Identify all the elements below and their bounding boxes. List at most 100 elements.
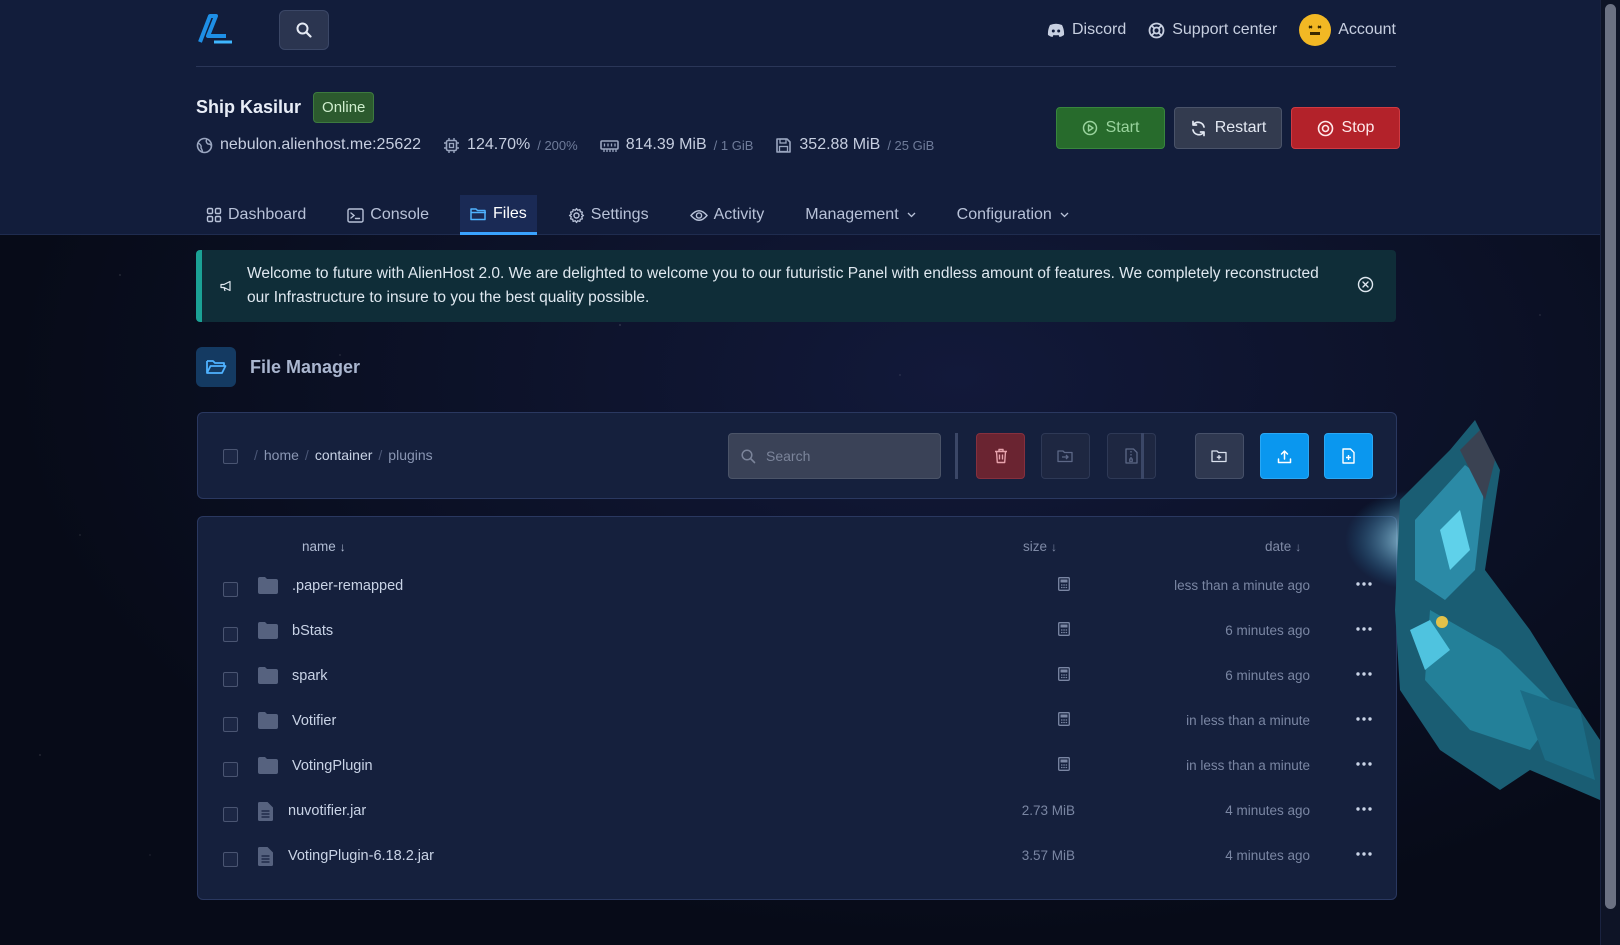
toolbar-separator bbox=[1141, 433, 1144, 479]
lifebuoy-icon bbox=[1148, 22, 1165, 38]
folder-icon bbox=[258, 757, 278, 774]
alienhost-logo[interactable] bbox=[196, 12, 236, 46]
tab-settings[interactable]: Settings bbox=[558, 195, 659, 235]
alert-close-button[interactable] bbox=[1357, 276, 1374, 301]
table-row[interactable]: VotingPlugin-6.18.2.jar 3.57 MiB 4 minut… bbox=[198, 835, 1398, 880]
folder-open-icon bbox=[196, 347, 236, 387]
chevron-down-icon bbox=[1060, 212, 1069, 218]
row-checkbox[interactable] bbox=[223, 627, 238, 642]
tab-dashboard[interactable]: Dashboard bbox=[196, 195, 316, 235]
spaceship-illustration bbox=[1345, 420, 1600, 800]
row-checkbox[interactable] bbox=[223, 852, 238, 867]
nav-divider bbox=[196, 66, 1396, 67]
row-checkbox[interactable] bbox=[223, 582, 238, 597]
tab-configuration[interactable]: Configuration bbox=[947, 195, 1079, 235]
gear-icon bbox=[568, 207, 584, 223]
archive-button[interactable] bbox=[1107, 433, 1156, 479]
nav-right: Discord Support center Account bbox=[1047, 14, 1396, 46]
file-search-input[interactable] bbox=[766, 448, 926, 464]
start-button[interactable]: Start bbox=[1056, 107, 1165, 149]
tab-dashboard-label: Dashboard bbox=[228, 206, 307, 223]
start-label: Start bbox=[1105, 119, 1140, 136]
discord-icon bbox=[1047, 23, 1065, 37]
breadcrumb-separator: / bbox=[304, 447, 309, 463]
server-tabs: Dashboard Console Files Settings Activit… bbox=[196, 195, 1100, 235]
folder-icon bbox=[258, 712, 278, 729]
discord-link[interactable]: Discord bbox=[1047, 21, 1126, 39]
select-all-checkbox[interactable] bbox=[223, 449, 238, 464]
breadcrumb-home[interactable]: home bbox=[264, 447, 299, 463]
calculator-icon[interactable] bbox=[1058, 622, 1070, 636]
file-name[interactable]: .paper-remapped bbox=[292, 578, 403, 594]
move-button[interactable] bbox=[1041, 433, 1090, 479]
row-checkbox[interactable] bbox=[223, 807, 238, 822]
delete-button[interactable] bbox=[976, 433, 1025, 479]
stat-cpu: 124.70% / 200% bbox=[443, 136, 578, 154]
column-header-name[interactable]: name ↓ bbox=[302, 539, 346, 554]
tab-files[interactable]: Files bbox=[459, 195, 537, 235]
megaphone-icon bbox=[220, 280, 231, 292]
stat-disk: 352.88 MiB / 25 GiB bbox=[775, 136, 934, 154]
eye-icon bbox=[689, 209, 708, 221]
search-button[interactable] bbox=[279, 10, 329, 50]
page-scrollbar[interactable] bbox=[1600, 0, 1620, 945]
tab-files-label: Files bbox=[492, 204, 527, 222]
file-name[interactable]: VotingPlugin-6.18.2.jar bbox=[288, 848, 434, 864]
stat-memory: 814.39 MiB / 1 GiB bbox=[599, 136, 753, 154]
trash-icon bbox=[994, 448, 1007, 464]
scrollbar-thumb[interactable] bbox=[1605, 4, 1616, 909]
cpu-value: 124.70% bbox=[467, 136, 531, 153]
tab-management[interactable]: Management bbox=[795, 195, 925, 235]
account-link[interactable]: Account bbox=[1299, 14, 1396, 46]
row-checkbox[interactable] bbox=[223, 762, 238, 777]
server-name: Ship Kasilur bbox=[196, 97, 302, 117]
restart-label: Restart bbox=[1214, 119, 1267, 136]
file-name[interactable]: Votifier bbox=[292, 713, 336, 729]
disk-limit: / 25 GiB bbox=[887, 137, 935, 153]
server-address: nebulon.alienhost.me:25622 bbox=[220, 136, 422, 153]
file-manager-heading: File Manager bbox=[196, 347, 360, 387]
chevron-down-icon bbox=[907, 212, 916, 218]
server-stats: nebulon.alienhost.me:25622 124.70% / 200… bbox=[196, 136, 934, 154]
terminal-icon bbox=[347, 207, 364, 223]
calculator-icon[interactable] bbox=[1058, 577, 1070, 591]
tab-console[interactable]: Console bbox=[337, 195, 439, 235]
file-search-field[interactable] bbox=[728, 433, 941, 479]
stop-button[interactable]: Stop bbox=[1291, 107, 1400, 149]
row-checkbox[interactable] bbox=[223, 717, 238, 732]
file-size: 2.73 MiB bbox=[1021, 803, 1075, 818]
sort-arrow-icon: ↓ bbox=[339, 540, 346, 554]
column-name-label: name bbox=[302, 539, 336, 554]
calculator-icon[interactable] bbox=[1058, 667, 1070, 681]
support-center-link[interactable]: Support center bbox=[1148, 21, 1277, 39]
breadcrumb-container[interactable]: container bbox=[315, 447, 373, 463]
calculator-icon[interactable] bbox=[1058, 712, 1070, 726]
toolbar-separator bbox=[955, 433, 958, 479]
stat-address[interactable]: nebulon.alienhost.me:25622 bbox=[196, 136, 421, 154]
breadcrumb-separator: / bbox=[378, 447, 383, 463]
tab-management-label: Management bbox=[805, 206, 899, 223]
play-icon bbox=[1082, 120, 1097, 136]
support-center-label: Support center bbox=[1172, 21, 1278, 38]
ellipsis-icon bbox=[1356, 852, 1372, 856]
tab-activity[interactable]: Activity bbox=[680, 195, 775, 235]
power-controls: Start Restart Stop bbox=[1056, 107, 1400, 149]
file-name[interactable]: nuvotifier.jar bbox=[288, 803, 366, 819]
top-nav: Discord Support center Account bbox=[196, 8, 1396, 60]
file-name[interactable]: VotingPlugin bbox=[292, 758, 373, 774]
calculator-icon[interactable] bbox=[1058, 757, 1070, 771]
tab-settings-label: Settings bbox=[590, 206, 649, 223]
more-options-button[interactable] bbox=[1352, 842, 1376, 866]
file-name[interactable]: spark bbox=[292, 668, 327, 684]
row-checkbox[interactable] bbox=[223, 672, 238, 687]
status-badge: Online bbox=[313, 92, 375, 123]
breadcrumb: / home / container / plugins bbox=[254, 447, 433, 463]
globe-icon bbox=[196, 137, 213, 153]
restart-button[interactable]: Restart bbox=[1174, 107, 1282, 149]
folder-icon bbox=[258, 622, 278, 639]
column-header-size[interactable]: size ↓ bbox=[1023, 539, 1057, 554]
memory-icon bbox=[599, 139, 619, 152]
cpu-icon bbox=[444, 137, 460, 153]
file-icon bbox=[258, 802, 273, 821]
file-name[interactable]: bStats bbox=[292, 623, 333, 639]
